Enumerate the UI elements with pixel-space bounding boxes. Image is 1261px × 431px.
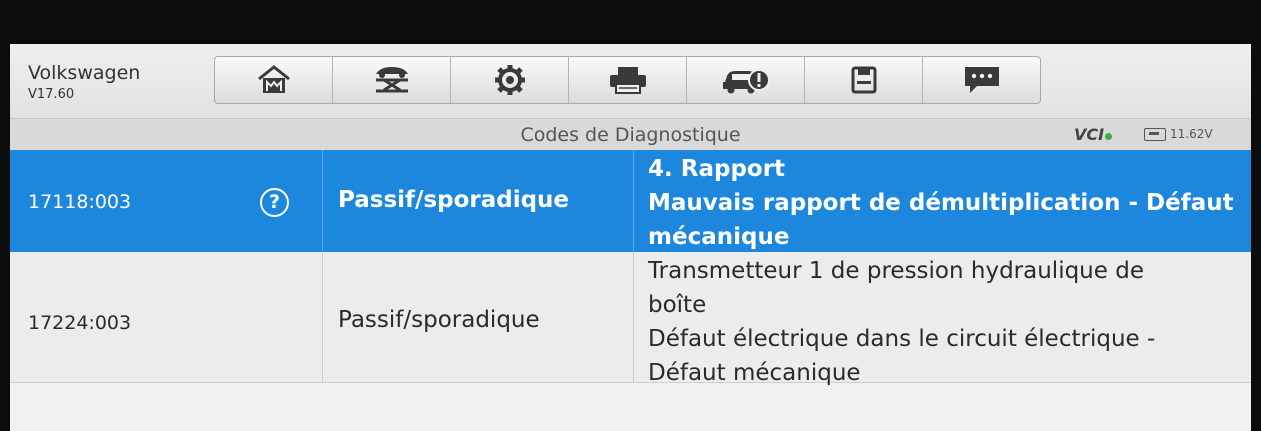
gear-icon (494, 65, 525, 95)
vehicle-info-button[interactable] (687, 57, 805, 103)
printer-icon (609, 67, 646, 94)
table-row[interactable]: 17118:003 ? Passif/sporadique 4. Rapport… (10, 150, 1251, 252)
table-row[interactable]: 17224:003 Passif/sporadique Transmetteur… (10, 252, 1251, 386)
dtc-status-cell: Passif/sporadique (323, 252, 634, 382)
app-header: Volkswagen V17.60 (10, 44, 1251, 118)
battery-voltage: 11.62V (1170, 127, 1213, 141)
dtc-description-cell: Transmetteur 1 de pression hydraulique d… (634, 252, 1251, 386)
title-bar: Codes de Diagnostique VCI 11.62V (10, 118, 1251, 151)
description-line: Transmetteur 1 de pression hydraulique d… (648, 258, 1144, 284)
dtc-code-cell: 17224:003 (10, 252, 323, 382)
feedback-button[interactable] (923, 57, 1040, 103)
vehicle-lift-button[interactable] (333, 57, 451, 103)
page-title: Codes de Diagnostique (520, 124, 741, 146)
description-line: mécanique (648, 224, 790, 250)
vci-connected-icon (1105, 133, 1113, 140)
message-icon (964, 67, 999, 93)
vehicle-lift-icon (375, 67, 408, 93)
software-version: V17.60 (28, 87, 75, 102)
dtc-status-cell: Passif/sporadique (323, 150, 634, 252)
dtc-description: 4. Rapport Mauvais rapport de démultipli… (648, 152, 1234, 254)
dtc-code: 17224:003 (28, 312, 132, 334)
save-button[interactable] (805, 57, 923, 103)
dtc-status: Passif/sporadique (338, 307, 540, 333)
vci-label: VCI (1074, 125, 1105, 144)
help-icon[interactable]: ? (260, 188, 289, 217)
description-line: 4. Rapport (648, 156, 786, 182)
description-line: Défaut mécanique (648, 360, 861, 386)
toolbar (214, 56, 1041, 104)
vci-status: VCI (1074, 125, 1113, 144)
vehicle-brand-block: Volkswagen V17.60 (28, 62, 140, 102)
dtc-description-cell: 4. Rapport Mauvais rapport de démultipli… (634, 150, 1251, 252)
description-line: boîte (648, 292, 707, 318)
battery-icon (1144, 127, 1166, 141)
home-icon (257, 65, 290, 93)
home-button[interactable] (215, 57, 333, 103)
dtc-description: Transmetteur 1 de pression hydraulique d… (648, 254, 1155, 390)
settings-button[interactable] (451, 57, 569, 103)
vehicle-brand: Volkswagen (28, 62, 141, 84)
print-button[interactable] (569, 57, 687, 103)
dtc-code: 17118:003 (28, 191, 132, 213)
description-line: Mauvais rapport de démultiplication - Dé… (648, 190, 1234, 216)
dtc-code-cell: 17118:003 ? (10, 150, 323, 252)
car-info-icon (722, 69, 770, 94)
save-icon (851, 66, 876, 94)
diagnostic-screen: Volkswagen V17.60 Codes de Diagnostique … (10, 44, 1251, 431)
battery-status: 11.62V (1144, 127, 1213, 141)
dtc-status: Passif/sporadique (338, 187, 570, 213)
description-line: Défaut électrique dans le circuit électr… (648, 326, 1156, 352)
